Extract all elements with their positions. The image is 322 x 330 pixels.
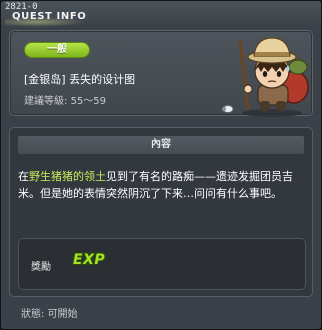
level-label: 建議等級:	[24, 96, 68, 107]
level-range: 55～59	[70, 96, 107, 107]
quest-info-window: 2821-0 QUEST INFO 一般 [金银岛] 丢失的设计图 建議等級: …	[0, 0, 322, 330]
desc-prefix: 在	[18, 170, 29, 183]
quest-description: 在野生猪猪的领土见到了有名的路痴——遗迹发掘团员吉米。但是她的表情突然阴沉了下来…	[18, 168, 306, 202]
exp-reward-icon: EXP	[73, 252, 106, 268]
recommended-level: 建議等級: 55～59	[24, 92, 106, 107]
reward-box: 獎勵 EXP	[18, 238, 306, 290]
title-bar[interactable]: 2821-0 QUEST INFO	[1, 1, 321, 27]
desc-location-highlight: 野生猪猪的领土	[29, 170, 106, 183]
content-section-title: 內容	[18, 136, 304, 154]
category-badge: 一般	[24, 42, 90, 58]
quest-content-panel: 內容 在野生猪猪的领土见到了有名的路痴——遗迹发掘团员吉米。但是她的表情突然阴沉…	[9, 127, 313, 297]
npc-explorer-icon	[222, 37, 309, 117]
reward-label: 獎勵	[31, 262, 51, 273]
quest-header-card: 一般 [金银岛] 丢失的设计图 建議等級: 55～59	[9, 30, 313, 117]
quest-name: [金银岛] 丢失的设计图	[24, 73, 136, 86]
window-title: QUEST INFO	[12, 11, 87, 22]
quest-status: 狀態: 可開始	[21, 309, 78, 320]
